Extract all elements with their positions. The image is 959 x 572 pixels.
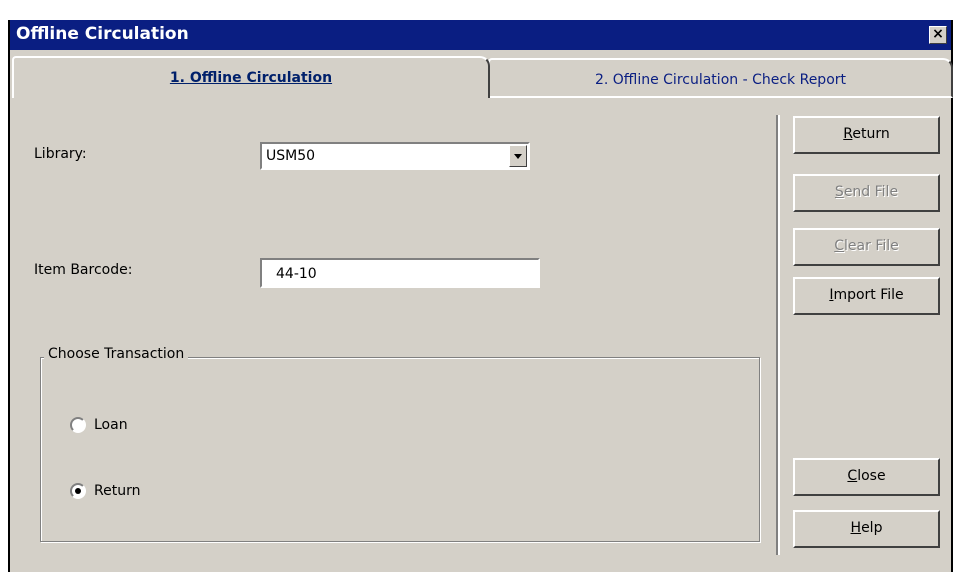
import-file-button[interactable]: Import File (793, 277, 940, 315)
item-barcode-input[interactable]: 44-10 (260, 258, 540, 288)
title-bar: Offline Circulation × (10, 20, 951, 50)
offline-circulation-window: Offline Circulation × 1. Offline Circula… (8, 20, 953, 572)
tab-offline-circulation[interactable]: 1. Offline Circulation (12, 56, 490, 98)
help-button[interactable]: Help (793, 510, 940, 548)
send-file-button[interactable]: Send File (793, 174, 940, 212)
library-label: Library: (34, 146, 87, 162)
vertical-divider (776, 115, 780, 555)
loan-radio[interactable] (70, 417, 86, 433)
return-radio[interactable] (70, 483, 86, 499)
library-select[interactable]: USM50 (260, 142, 530, 170)
window-title: Offline Circulation (16, 24, 189, 44)
tab-check-report[interactable]: 2. Offline Circulation - Check Report (488, 58, 953, 98)
clear-file-button[interactable]: Clear File (793, 228, 940, 266)
close-window-icon[interactable]: × (929, 26, 947, 44)
loan-label[interactable]: Loan (94, 417, 128, 433)
chevron-down-icon[interactable] (509, 145, 527, 167)
item-barcode-label: Item Barcode: (34, 262, 133, 278)
return-button[interactable]: Return (793, 116, 940, 154)
item-barcode-value: 44-10 (276, 266, 317, 282)
transaction-groupbox (40, 357, 760, 542)
transaction-group-label: Choose Transaction (44, 346, 189, 362)
library-value: USM50 (266, 148, 316, 164)
return-label[interactable]: Return (94, 483, 140, 499)
close-button[interactable]: Close (793, 458, 940, 496)
tab-strip: 1. Offline Circulation 2. Offline Circul… (10, 50, 953, 98)
